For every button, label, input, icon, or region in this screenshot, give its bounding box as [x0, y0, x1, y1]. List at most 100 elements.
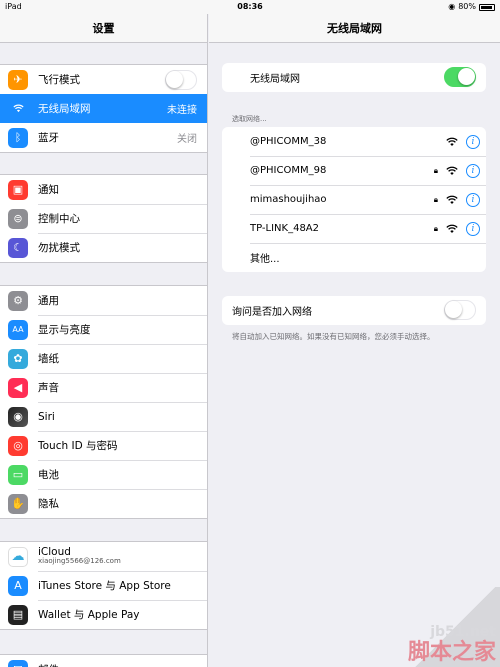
- sidebar-group-apps: ✉ 邮件: [0, 654, 207, 667]
- sidebar-item-label: 通知: [38, 184, 59, 196]
- app-store-icon: A: [8, 575, 28, 596]
- sidebar-item-mail[interactable]: ✉ 邮件: [0, 655, 207, 667]
- wifi-toggle-row: 无线局域网: [222, 63, 486, 92]
- sidebar-item-label: Siri: [38, 410, 55, 423]
- airplane-icon: ✈: [8, 69, 28, 90]
- watermark-domain: jb51.net: [430, 624, 496, 641]
- orientation-lock-icon: ◉: [448, 2, 456, 11]
- sidebar-item-label: iTunes Store 与 App Store: [38, 580, 171, 592]
- mail-icon: ✉: [8, 659, 28, 667]
- hand-icon: ✋: [8, 493, 28, 514]
- notifications-icon: ▣: [8, 179, 28, 200]
- cloud-icon: ☁: [8, 546, 28, 567]
- sidebar-item-wallet[interactable]: ▤ Wallet 与 Apple Pay: [0, 600, 207, 629]
- ask-to-join-label: 询问是否加入网络: [232, 307, 312, 318]
- wifi-signal-icon: [446, 137, 458, 146]
- battery-percent: 80%: [458, 2, 476, 11]
- wallpaper-icon: ✿: [8, 348, 28, 369]
- wifi-icon: [8, 98, 28, 119]
- network-row[interactable]: @PHICOMM_98 🔒︎ i: [222, 156, 486, 185]
- sidebar-item-bluetooth[interactable]: ᛒ 蓝牙 关闭: [0, 123, 207, 152]
- info-icon[interactable]: i: [466, 221, 480, 236]
- wifi-signal-icon: [446, 166, 458, 175]
- sidebar-item-airplane[interactable]: ✈ 飞行模式: [0, 65, 207, 94]
- status-bar: iPad 08:36 ◉ 80%: [0, 0, 500, 14]
- wifi-status-value: 未连接: [167, 105, 197, 116]
- sidebar-item-label: 电池: [38, 469, 59, 481]
- clock: 08:36: [237, 2, 263, 11]
- wifi-signal-icon: [446, 224, 458, 233]
- airplane-toggle[interactable]: [165, 70, 197, 90]
- sidebar-item-label: 勿扰模式: [38, 242, 80, 254]
- sidebar-item-do-not-disturb[interactable]: ☾ 勿扰模式: [0, 233, 207, 262]
- sidebar-item-notifications[interactable]: ▣ 通知: [0, 175, 207, 204]
- sidebar-item-label: 控制中心: [38, 213, 80, 225]
- fingerprint-icon: ◎: [8, 435, 28, 456]
- choose-network-label: 选取网络...: [232, 115, 267, 123]
- sidebar-item-label: 邮件: [38, 662, 59, 667]
- lock-icon: 🔒︎: [433, 165, 438, 175]
- ask-to-join-group: 询问是否加入网络: [222, 296, 486, 325]
- wifi-toggle[interactable]: [444, 67, 476, 87]
- display-brightness-icon: AA: [8, 319, 28, 340]
- ask-to-join-toggle[interactable]: [444, 300, 476, 320]
- info-icon[interactable]: i: [466, 192, 480, 207]
- control-center-icon: ⊜: [8, 208, 28, 229]
- sidebar-item-control-center[interactable]: ⊜ 控制中心: [0, 204, 207, 233]
- status-right: ◉ 80%: [448, 0, 495, 14]
- sidebar-item-label: 无线局域网: [38, 103, 91, 115]
- wallet-icon: ▤: [8, 604, 28, 625]
- sidebar-item-label: 声音: [38, 382, 59, 394]
- battery-icon: [479, 3, 495, 11]
- sidebar-item-label: 飞行模式: [38, 74, 80, 86]
- sidebar-item-siri[interactable]: ◉ Siri: [0, 402, 207, 431]
- icloud-text: iCloud xiaojing5566@126.com: [38, 546, 121, 566]
- sidebar-item-sounds[interactable]: ◀ 声音: [0, 373, 207, 402]
- network-name: @PHICOMM_38: [250, 136, 327, 147]
- watermark: jb51.net 脚本之家: [408, 625, 496, 665]
- sidebar-group-alerts: ▣ 通知 ⊜ 控制中心 ☾ 勿扰模式: [0, 174, 207, 263]
- siri-icon: ◉: [8, 406, 28, 427]
- network-row[interactable]: @PHICOMM_38 i: [222, 127, 486, 156]
- sidebar-group-accounts: ☁ iCloud xiaojing5566@126.com A iTunes S…: [0, 541, 207, 630]
- speaker-icon: ◀: [8, 377, 28, 398]
- wifi-toggle-group: 无线局域网: [222, 63, 486, 92]
- sidebar-item-label: 墙纸: [38, 353, 59, 365]
- sidebar-item-icloud[interactable]: ☁ iCloud xiaojing5566@126.com: [0, 542, 207, 571]
- sidebar-item-touch-id[interactable]: ◎ Touch ID 与密码: [0, 431, 207, 460]
- info-icon[interactable]: i: [466, 134, 480, 149]
- icloud-account-email: xiaojing5566@126.com: [38, 557, 121, 566]
- sidebar-item-battery[interactable]: ▭ 电池: [0, 460, 207, 489]
- watermark-site-name: 脚本之家: [407, 639, 496, 665]
- do-not-disturb-icon: ☾: [8, 237, 28, 258]
- sidebar-item-display[interactable]: AA 显示与亮度: [0, 315, 207, 344]
- sidebar-item-label: Wallet 与 Apple Pay: [38, 609, 140, 621]
- sidebar-item-wifi[interactable]: 无线局域网 未连接: [0, 94, 207, 123]
- ask-to-join-note: 将自动加入已知网络。如果没有已知网络，您必须手动选择。: [232, 332, 435, 341]
- other-network-label: 其他...: [250, 254, 280, 265]
- bluetooth-status-value: 关闭: [177, 134, 197, 145]
- network-icons: 🔒︎ i: [434, 192, 480, 207]
- gear-icon: ⚙: [8, 290, 28, 311]
- network-row[interactable]: TP-LINK_48A2 🔒︎ i: [222, 214, 486, 243]
- wifi-detail-pane: 无线局域网 无线局域网 选取网络... @PHICOMM_38 i @PHICO…: [209, 0, 500, 667]
- sidebar-item-privacy[interactable]: ✋ 隐私: [0, 489, 207, 518]
- sidebar-item-app-store[interactable]: A iTunes Store 与 App Store: [0, 571, 207, 600]
- detail-title: 无线局域网: [209, 14, 500, 43]
- other-network-row[interactable]: 其他...: [222, 243, 486, 272]
- lock-icon: 🔒︎: [433, 223, 438, 233]
- info-icon[interactable]: i: [466, 163, 480, 178]
- network-icons: 🔒︎ i: [433, 163, 480, 178]
- sidebar-group-general: ⚙ 通用 AA 显示与亮度 ✿ 墙纸 ◀ 声音 ◉ Siri ◎ Touch I…: [0, 285, 207, 519]
- sidebar-item-label: Touch ID 与密码: [38, 440, 118, 452]
- network-name: TP-LINK_48A2: [250, 223, 320, 234]
- network-row[interactable]: mimashoujihao 🔒︎ i: [222, 185, 486, 214]
- sidebar-item-label: 蓝牙: [38, 132, 59, 144]
- network-name: mimashoujihao: [250, 194, 327, 205]
- sidebar-item-wallpaper[interactable]: ✿ 墙纸: [0, 344, 207, 373]
- sidebar-item-label: 隐私: [38, 498, 59, 510]
- sidebar-item-general[interactable]: ⚙ 通用: [0, 286, 207, 315]
- network-icons: 🔒︎ i: [433, 221, 480, 236]
- sidebar-item-label: 通用: [38, 295, 59, 307]
- sidebar-group-connectivity: ✈ 飞行模式 无线局域网 未连接 ᛒ 蓝牙 关闭: [0, 64, 207, 153]
